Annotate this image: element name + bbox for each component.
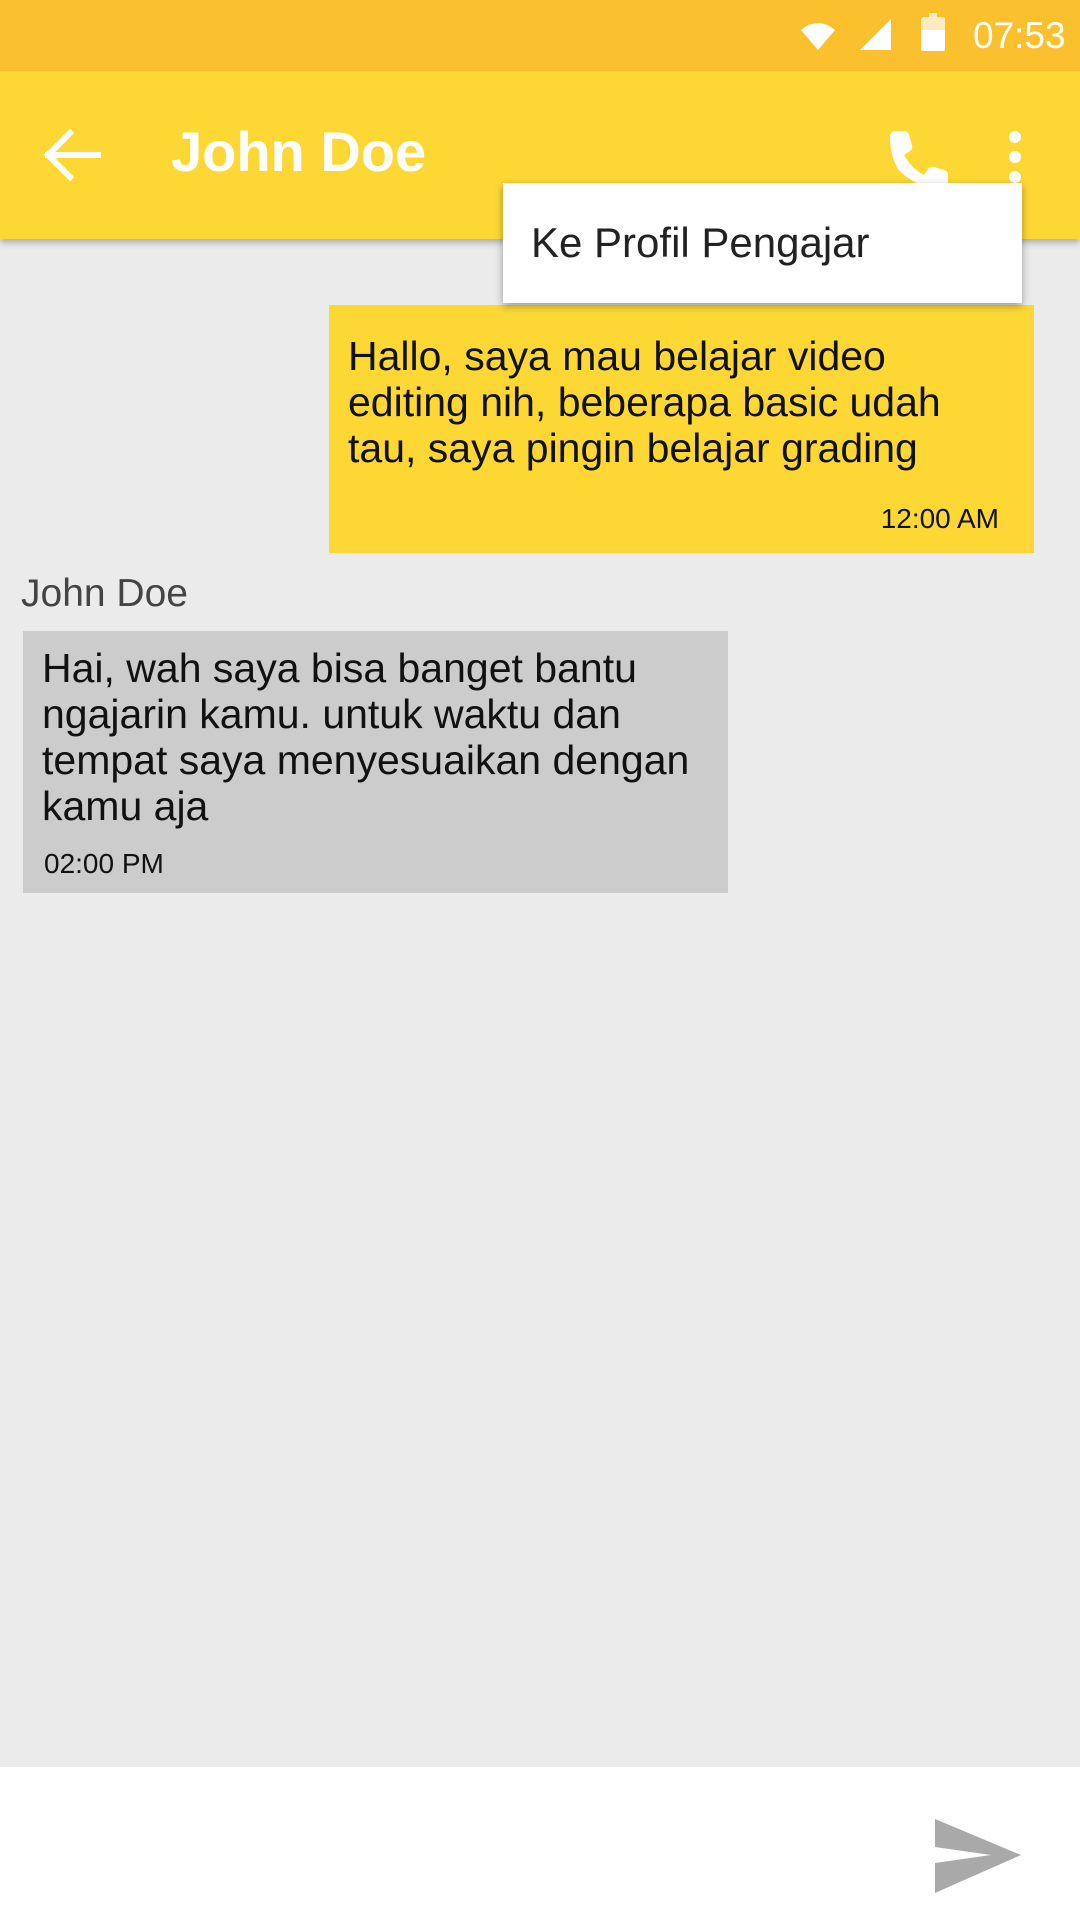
message-text: Hai, wah saya bisa banget bantu ngajarin… — [42, 645, 690, 829]
status-icons — [801, 13, 945, 51]
send-button[interactable] — [933, 1817, 1023, 1895]
message-composer — [0, 1767, 1080, 1920]
overflow-menu: Ke Profil Pengajar — [503, 183, 1022, 303]
message-text: Hallo, saya mau belajar video editing ni… — [348, 333, 941, 471]
back-arrow-icon — [43, 128, 101, 182]
status-time: 07:53 — [973, 15, 1066, 56]
message-input[interactable] — [20, 1797, 904, 1889]
send-icon — [935, 1819, 1021, 1893]
signal-icon — [860, 19, 891, 50]
back-button[interactable] — [40, 127, 106, 183]
message-bubble-outgoing[interactable]: Hallo, saya mau belajar video editing ni… — [329, 305, 1034, 553]
sender-name: John Doe — [21, 572, 188, 615]
message-time: 12:00 AM — [880, 503, 999, 534]
message-time: 02:00 PM — [44, 848, 164, 879]
toolbar-title: John Doe — [171, 120, 427, 183]
wifi-icon — [801, 23, 835, 50]
status-bar: 07:53 — [0, 0, 1080, 71]
battery-icon — [921, 13, 945, 51]
menu-item-teacher-profile[interactable]: Ke Profil Pengajar — [503, 183, 1022, 303]
message-bubble-incoming[interactable]: Hai, wah saya bisa banget bantu ngajarin… — [23, 631, 728, 893]
